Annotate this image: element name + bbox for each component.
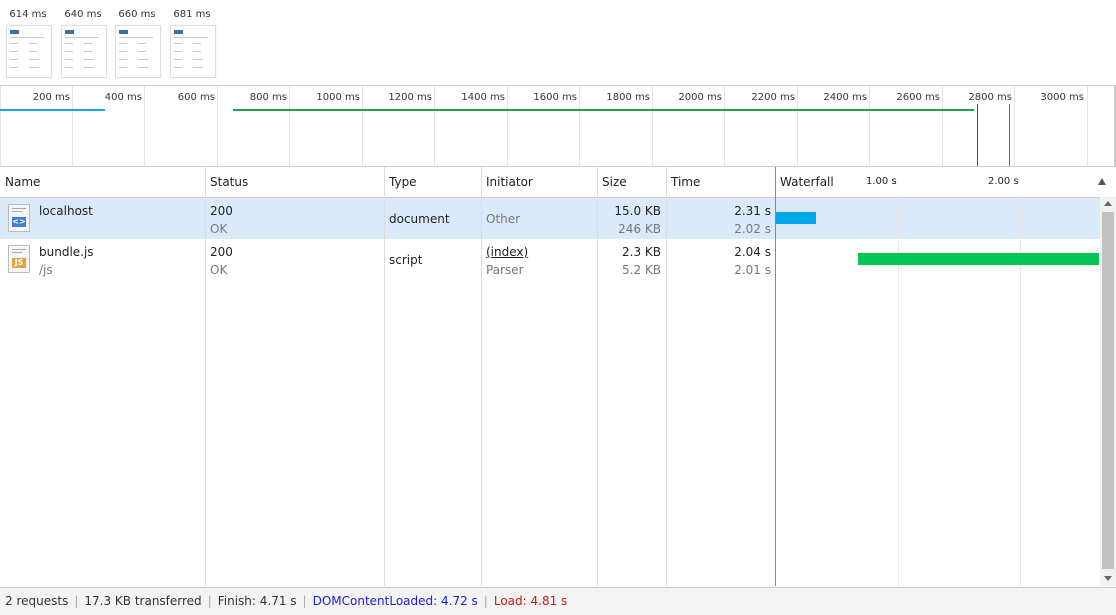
request-name: localhost: [39, 204, 93, 218]
status-code: 200: [210, 204, 233, 218]
arrow-up-icon: [1104, 201, 1112, 206]
request-path: /js: [39, 263, 53, 277]
sort-ascending-icon[interactable]: [1098, 178, 1106, 185]
frame-screenshot[interactable]: [61, 25, 107, 78]
overview-tick-label: 2600 ms: [896, 92, 940, 103]
load-marker: [1009, 104, 1010, 166]
overview-document-bar: [0, 109, 105, 111]
overview-tick-label: 600 ms: [177, 92, 215, 103]
network-summary-bar: 2 requests | 17.3 KB transferred | Finish: 4…: [0, 587, 1116, 615]
waterfall-bar-script[interactable]: [858, 253, 1099, 265]
waterfall-bar-document[interactable]: [776, 212, 816, 224]
js-file-icon: JS: [8, 245, 30, 273]
initiator-link[interactable]: (index): [486, 245, 528, 259]
transferred-size: 17.3 KB transferred: [84, 594, 202, 608]
overview-tick-label: 1600 ms: [533, 92, 577, 103]
overview-tick-label: 3000 ms: [1040, 92, 1084, 103]
arrow-down-icon: [1104, 576, 1112, 581]
request-name: bundle.js: [39, 245, 94, 259]
overview-tick-label: 400 ms: [104, 92, 142, 103]
overview-tick-label: 1200 ms: [388, 92, 432, 103]
frame-time-label: 660 ms: [118, 9, 156, 20]
size-transferred: 15.0 KB: [614, 204, 661, 218]
overview-tick-label: 200 ms: [32, 92, 70, 103]
time-latency: 2.02 s: [734, 222, 771, 236]
table-scrollbar[interactable]: [1100, 197, 1116, 586]
frame-screenshot[interactable]: [115, 25, 161, 78]
network-overview[interactable]: 200 ms 400 ms 600 ms 800 ms 1000 ms 1200…: [0, 86, 1116, 167]
request-count: 2 requests: [5, 594, 69, 608]
frame-screenshot[interactable]: [170, 25, 216, 78]
time-latency: 2.01 s: [734, 263, 771, 277]
status-code: 200: [210, 245, 233, 259]
frame-time-label: 681 ms: [173, 9, 211, 20]
overview-tick-label: 2000 ms: [678, 92, 722, 103]
initiator-detail: Parser: [486, 263, 524, 277]
request-type: script: [389, 253, 423, 267]
overview-script-bar: [233, 109, 974, 111]
requests-table: Name Status Type Initiator Size Time Wat…: [0, 167, 1116, 586]
column-header-time[interactable]: Time: [666, 167, 775, 197]
filmstrip: 614 ms 640 ms 660 ms 681 ms: [0, 0, 1116, 86]
column-header-initiator[interactable]: Initiator: [481, 167, 597, 197]
dom-content-loaded-marker: [977, 104, 978, 166]
column-header-size[interactable]: Size: [597, 167, 666, 197]
column-header-type[interactable]: Type: [384, 167, 481, 197]
initiator: Other: [486, 212, 521, 226]
scroll-up-button[interactable]: [1100, 197, 1116, 211]
dom-content-loaded-time: DOMContentLoaded: 4.72 s: [312, 594, 478, 608]
overview-tick-label: 1800 ms: [606, 92, 650, 103]
overview-tick-label: 800 ms: [249, 92, 287, 103]
waterfall-tick-label: 1.00 s: [866, 176, 897, 187]
status-text: OK: [210, 263, 228, 277]
status-text: OK: [210, 222, 228, 236]
column-header-name[interactable]: Name: [0, 167, 205, 197]
column-header-waterfall[interactable]: Waterfall 1.00 s 2.00 s: [775, 167, 1116, 197]
scrollbar-thumb[interactable]: [1102, 212, 1114, 569]
size-transferred: 2.3 KB: [622, 245, 661, 259]
request-type: document: [389, 212, 450, 226]
table-header: Name Status Type Initiator Size Time Wat…: [0, 167, 1116, 198]
html-document-icon: <>: [8, 204, 30, 232]
overview-tick-label: 2200 ms: [751, 92, 795, 103]
frame-time-label: 640 ms: [64, 9, 102, 20]
waterfall-label: Waterfall: [780, 175, 834, 189]
scroll-down-button[interactable]: [1100, 572, 1116, 586]
size-resource: 246 KB: [618, 222, 661, 236]
finish-time: Finish: 4.71 s: [217, 594, 297, 608]
overview-tick-label: 1400 ms: [461, 92, 505, 103]
time-total: 2.31 s: [734, 204, 771, 218]
size-resource: 5.2 KB: [622, 263, 661, 277]
table-row[interactable]: <> localhost 200 OK document Other 15.0 …: [0, 198, 1100, 239]
overview-tick-label: 1000 ms: [316, 92, 360, 103]
overview-tick-label: 2800 ms: [968, 92, 1012, 103]
overview-tick-label: 2400 ms: [823, 92, 867, 103]
frame-screenshot[interactable]: [6, 25, 52, 78]
time-total: 2.04 s: [734, 245, 771, 259]
column-header-status[interactable]: Status: [205, 167, 384, 197]
load-time: Load: 4.81 s: [493, 594, 568, 608]
frame-time-label: 614 ms: [9, 9, 47, 20]
waterfall-tick-label: 2.00 s: [988, 176, 1019, 187]
